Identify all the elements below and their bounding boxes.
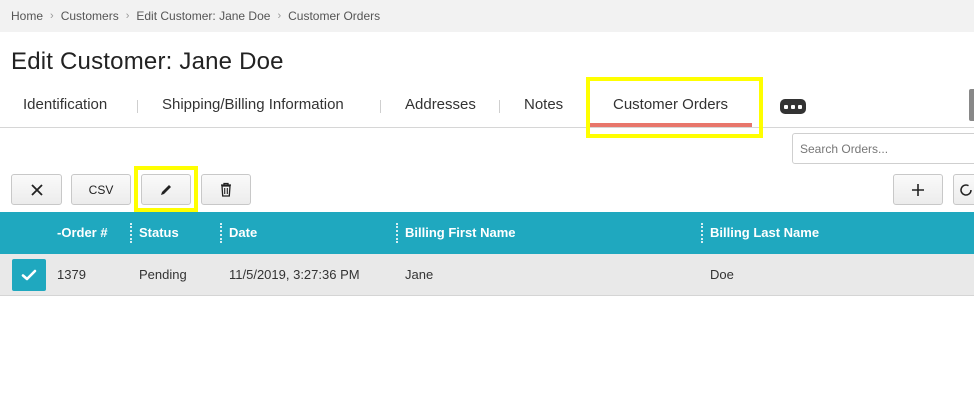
table-row[interactable]: 1379 Pending 11/5/2019, 3:27:36 PM Jane …	[0, 254, 974, 296]
cell-billing-first-name: Jane	[405, 267, 434, 282]
tab-divider	[499, 100, 500, 113]
close-icon	[30, 183, 43, 196]
refresh-icon	[960, 183, 972, 196]
breadcrumb-customers[interactable]: Customers	[61, 9, 119, 23]
column-resize-handle[interactable]	[701, 223, 703, 243]
tab-bar: Identification Shipping/Billing Informat…	[0, 86, 974, 128]
page: Home › Customers › Edit Customer: Jane D…	[0, 0, 974, 412]
tab-divider	[137, 100, 138, 113]
tab-notes[interactable]: Notes	[524, 86, 563, 124]
cell-billing-last-name: Doe	[710, 267, 734, 282]
column-header-order-number[interactable]: -Order #	[57, 212, 108, 254]
breadcrumb-customer-orders: Customer Orders	[288, 9, 381, 23]
breadcrumb-separator: ›	[50, 10, 54, 22]
ellipsis-icon	[798, 104, 802, 109]
cell-order-number: 1379	[57, 267, 86, 282]
column-resize-handle[interactable]	[396, 223, 398, 243]
checkmark-icon	[21, 269, 37, 281]
column-resize-handle[interactable]	[130, 223, 132, 243]
csv-export-button[interactable]: CSV	[71, 174, 131, 205]
side-panel-handle[interactable]	[969, 89, 974, 121]
add-order-button[interactable]	[893, 174, 943, 205]
row-select-checkbox[interactable]	[12, 259, 46, 291]
ellipsis-icon	[784, 104, 788, 109]
highlight-box-customer-orders-tab	[586, 77, 763, 138]
more-tabs-button[interactable]	[780, 99, 806, 114]
breadcrumb-separator: ›	[125, 10, 130, 22]
search-orders-input[interactable]	[792, 133, 974, 164]
refresh-button[interactable]	[953, 174, 974, 205]
column-resize-handle[interactable]	[220, 223, 222, 243]
tab-identification[interactable]: Identification	[23, 86, 107, 124]
breadcrumb-separator: ›	[277, 10, 282, 22]
column-header-date[interactable]: Date	[229, 212, 257, 254]
highlight-box-edit-button	[134, 166, 198, 212]
column-header-billing-first-name[interactable]: Billing First Name	[405, 212, 516, 254]
column-header-billing-last-name[interactable]: Billing Last Name	[710, 212, 819, 254]
delete-button[interactable]	[201, 174, 251, 205]
tab-divider	[380, 100, 381, 113]
cell-status: Pending	[139, 267, 187, 282]
tab-shipping-billing[interactable]: Shipping/Billing Information	[162, 86, 344, 124]
csv-button-label: CSV	[88, 182, 114, 197]
trash-icon	[221, 182, 231, 197]
plus-icon	[912, 183, 924, 196]
orders-grid-header: -Order # Status Date Billing First Name …	[0, 212, 974, 254]
close-button[interactable]	[11, 174, 62, 205]
column-header-status[interactable]: Status	[139, 212, 179, 254]
cell-date: 11/5/2019, 3:27:36 PM	[229, 267, 360, 282]
ellipsis-icon	[791, 104, 795, 109]
breadcrumb-edit-customer[interactable]: Edit Customer: Jane Doe	[136, 9, 270, 23]
page-title: Edit Customer: Jane Doe	[11, 48, 284, 75]
breadcrumb: Home › Customers › Edit Customer: Jane D…	[0, 0, 974, 32]
tab-addresses[interactable]: Addresses	[405, 86, 476, 124]
breadcrumb-home[interactable]: Home	[11, 9, 43, 23]
